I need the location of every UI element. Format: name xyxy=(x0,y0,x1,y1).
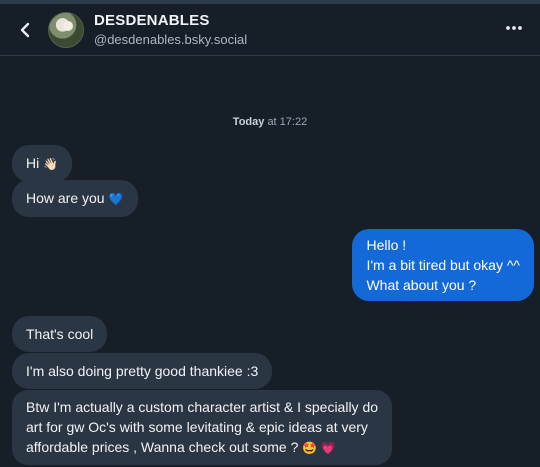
date-time: at 17:22 xyxy=(267,116,308,128)
display-name: DESDENABLES xyxy=(94,12,210,29)
profile-identity[interactable]: DESDENABLES @desdenables.bsky.social xyxy=(94,12,247,47)
message-emoji: 💙 xyxy=(108,192,124,206)
chevron-left-icon xyxy=(20,22,30,37)
back-button[interactable] xyxy=(8,10,44,50)
message-bubble-outgoing[interactable]: Hello ! I'm a bit tired but okay ^^ What… xyxy=(352,229,534,301)
handle: @desdenables.bsky.social xyxy=(94,32,248,47)
message-line: Hello ! xyxy=(366,237,407,253)
message-bubble-incoming[interactable]: Btw I'm actually a custom character arti… xyxy=(12,390,393,465)
message-line: What about you ? xyxy=(366,277,477,293)
message-bubble-incoming[interactable]: How are you 💙 xyxy=(12,180,138,217)
more-options-button[interactable] xyxy=(502,16,526,40)
message-bubble-incoming[interactable]: Hi 👋🏻 xyxy=(12,145,73,182)
message-line: art for gw Oc's with some levitating & e… xyxy=(26,419,368,435)
message-text: How are you xyxy=(26,190,105,206)
message-text: I'm also doing pretty good thankiee :3 xyxy=(26,363,259,379)
chat-header: DESDENABLES @desdenables.bsky.social xyxy=(0,4,540,56)
message-line: affordable prices , Wanna check out some… xyxy=(26,439,299,455)
message-emoji: 👋🏻 xyxy=(43,157,59,171)
ellipsis-icon xyxy=(506,26,522,30)
message-line: Btw I'm actually a custom character arti… xyxy=(26,399,379,415)
message-line: I'm a bit tired but okay ^^ xyxy=(366,257,520,273)
date-day: Today xyxy=(232,116,265,128)
message-text: That's cool xyxy=(26,326,94,342)
date-separator: Today at 17:22 xyxy=(0,116,540,128)
avatar[interactable] xyxy=(48,11,84,48)
message-emoji: 🤩 💗 xyxy=(302,441,336,455)
message-text: Hi xyxy=(26,155,40,171)
message-list[interactable]: Today at 17:22 Hi 👋🏻 How are you 💙 Hello !… xyxy=(0,57,540,467)
message-bubble-incoming[interactable]: I'm also doing pretty good thankiee :3 xyxy=(12,353,273,389)
message-bubble-incoming[interactable]: That's cool xyxy=(12,316,108,352)
